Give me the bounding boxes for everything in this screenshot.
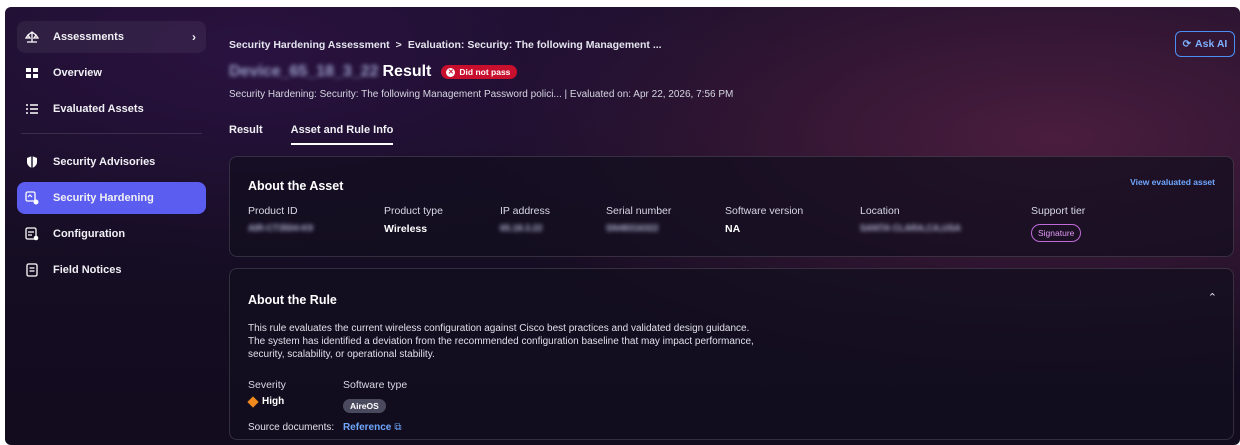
scale-icon (25, 30, 39, 44)
tab-result[interactable]: Result (229, 124, 263, 145)
sidebar-item-assessments[interactable]: Assessments › (17, 21, 206, 53)
support-tier-badge: Signature (1031, 224, 1082, 242)
field-label: Software version (725, 205, 804, 217)
shield-icon (25, 155, 39, 169)
device-name: Device_65_18_3_22 (229, 63, 379, 80)
field-label: IP address (500, 205, 551, 217)
tab-asset-and-rule-info[interactable]: Asset and Rule Info (290, 124, 394, 145)
severity-diamond-icon (247, 395, 259, 408)
sidebar-item-label: Configuration (53, 228, 126, 240)
field-label: Severity (248, 379, 286, 391)
sidebar-item-security-advisories[interactable]: Security Advisories (17, 146, 206, 178)
field-serial-number: Serial number SN48316322 (606, 205, 671, 233)
field-location: Location SANTA CLARA,CA,USA (860, 205, 961, 233)
ai-refresh-icon: ⟳ (1182, 38, 1192, 50)
page-title: Device_65_18_3_22 Result ✕ Did not pass (229, 63, 518, 81)
ask-ai-button[interactable]: ⟳ Ask AI (1175, 31, 1235, 57)
hardening-icon (25, 191, 39, 205)
app-window: Assessments › Overview Evaluated Assets … (5, 7, 1240, 445)
external-link-icon: ⧉ (394, 422, 402, 433)
software-type-badge: AireOS (343, 399, 386, 413)
field-product-type: Product type Wireless (384, 205, 443, 235)
list-icon (25, 102, 39, 116)
field-value: Wireless (384, 223, 428, 235)
about-rule-card: About the Rule ⌃ This rule evaluates the… (229, 268, 1234, 440)
field-software-version: Software version NA (725, 205, 803, 235)
field-product-id: Product ID AIR-CT3504-K9 (248, 205, 313, 233)
sidebar: Assessments › Overview Evaluated Assets … (5, 7, 212, 445)
field-label: Serial number (606, 205, 672, 217)
sidebar-item-field-notices[interactable]: Field Notices (17, 254, 206, 286)
status-badge: ✕ Did not pass (441, 65, 518, 79)
status-label: Did not pass (459, 67, 511, 77)
reference-link[interactable]: Reference ⧉ (343, 422, 402, 433)
field-label: Software type (343, 379, 408, 391)
grid-icon (25, 66, 39, 80)
breadcrumb-link-assessment[interactable]: Security Hardening Assessment (229, 39, 390, 51)
field-value: 65.18.3.22 (500, 223, 543, 233)
breadcrumb-separator: > (395, 39, 402, 51)
field-value: SANTA CLARA,CA,USA (860, 223, 961, 233)
field-label: Support tier (1031, 205, 1086, 217)
sidebar-item-label: Evaluated Assets (53, 103, 144, 115)
card-title: About the Asset (248, 179, 344, 193)
sidebar-item-label: Assessments (53, 31, 124, 43)
source-documents: Source documents: Reference ⧉ (248, 422, 401, 433)
field-label: Product ID (248, 205, 298, 217)
sidebar-item-overview[interactable]: Overview (17, 57, 206, 89)
field-severity: Severity High (247, 379, 286, 408)
sidebar-item-evaluated-assets[interactable]: Evaluated Assets (17, 93, 206, 125)
card-title: About the Rule (248, 293, 337, 307)
field-support-tier: Support tier Signature (1031, 205, 1085, 242)
sidebar-item-label: Field Notices (53, 264, 122, 276)
severity-text: High (262, 396, 285, 407)
field-software-type: Software type AireOS (343, 379, 407, 414)
field-value: NA (725, 223, 741, 235)
page-subtitle: Security Hardening: Security: The follow… (229, 89, 734, 100)
tab-bar: Result Asset and Rule Info (229, 124, 421, 145)
fail-icon: ✕ (446, 67, 456, 77)
source-label: Source documents: (248, 422, 335, 433)
reference-link-label: Reference (342, 422, 392, 433)
chevron-right-icon: › (192, 30, 196, 44)
sidebar-item-security-hardening[interactable]: Security Hardening (17, 182, 206, 214)
notice-icon (25, 263, 39, 277)
rule-description: This rule evaluates the current wireless… (248, 323, 754, 360)
field-label: Product type (384, 205, 443, 217)
main-content: Security Hardening Assessment > Evaluation… (227, 7, 1240, 445)
field-ip-address: IP address 65.18.3.22 (500, 205, 550, 233)
result-title: Result (382, 63, 432, 80)
ask-ai-label: Ask AI (1195, 38, 1228, 50)
sidebar-divider (21, 133, 202, 134)
sidebar-item-label: Security Hardening (53, 192, 154, 204)
sidebar-item-label: Security Advisories (53, 156, 156, 168)
field-label: Location (860, 205, 900, 217)
severity-value: High (247, 395, 286, 408)
breadcrumb-current: Evaluation: Security: The following Mana… (407, 39, 662, 51)
chevron-up-icon[interactable]: ⌃ (1208, 291, 1217, 304)
field-value: SN48316322 (606, 223, 659, 233)
field-value: AIR-CT3504-K9 (248, 223, 314, 233)
view-evaluated-asset-link[interactable]: View evaluated asset (1130, 177, 1215, 187)
config-icon (25, 227, 39, 241)
about-asset-card: About the Asset View evaluated asset Pro… (229, 156, 1234, 257)
breadcrumb: Security Hardening Assessment > Evaluation… (229, 39, 662, 51)
sidebar-item-configuration[interactable]: Configuration (17, 218, 206, 250)
sidebar-item-label: Overview (53, 67, 102, 79)
